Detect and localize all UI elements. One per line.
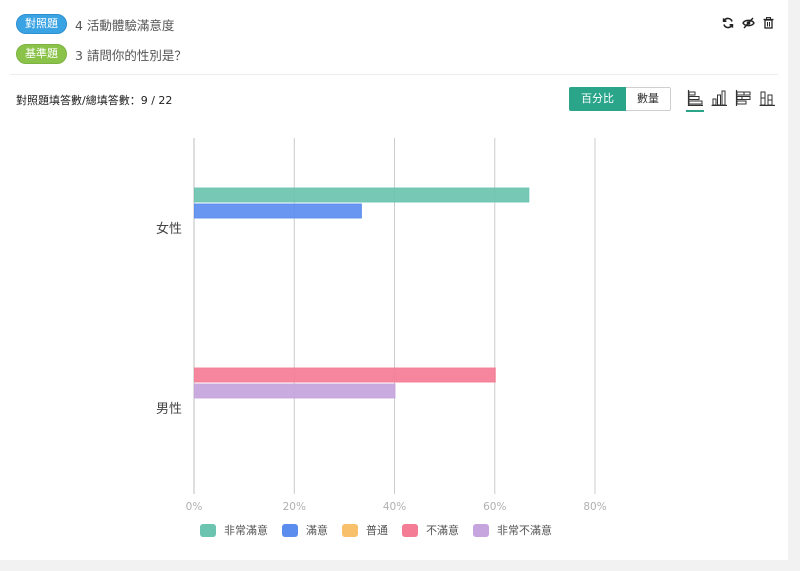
legend-item[interactable]: 滿意	[282, 522, 328, 538]
stacked-vertical-icon[interactable]	[758, 88, 776, 106]
chart-legend: 非常滿意 滿意 普通 不滿意 非常不滿意	[200, 522, 566, 538]
bar	[194, 367, 496, 383]
horizontal-bar-icon[interactable]	[686, 88, 704, 112]
header-actions	[722, 17, 774, 31]
base-question-row: 基準題 3 請問你的性別是？	[16, 43, 187, 65]
y-category-label: 男性	[156, 402, 182, 417]
vertical-bar-icon[interactable]	[710, 88, 728, 106]
legend-label: 滿意	[306, 524, 328, 537]
chart-card: 對照題 4 活動體驗滿意度 基準題 3 請問你的性別是？ 對照題填答數/總填答數…	[0, 0, 788, 560]
legend-swatch	[402, 523, 418, 537]
legend-item[interactable]: 普通	[342, 522, 388, 538]
legend-label: 非常滿意	[224, 524, 268, 537]
base-question-text: 3 請問你的性別是？	[75, 47, 187, 63]
x-tick-label: 40%	[383, 501, 406, 513]
x-tick-label: 0%	[186, 501, 203, 513]
legend-label: 非常不滿意	[497, 524, 552, 537]
header-divider	[10, 74, 778, 75]
legend-item[interactable]: 非常不滿意	[473, 522, 552, 538]
bar	[194, 383, 396, 399]
x-tick-label: 60%	[483, 501, 506, 513]
x-tick-label: 80%	[583, 501, 606, 513]
response-count: 對照題填答數/總填答數：9 / 22	[16, 94, 173, 107]
refresh-icon[interactable]	[722, 17, 734, 31]
x-tick-label: 20%	[283, 501, 306, 513]
control-question-text: 4 活動體驗滿意度	[75, 17, 175, 33]
legend-label: 普通	[366, 524, 388, 537]
count-mode-button[interactable]: 數量	[626, 87, 671, 111]
bar-chart: 0% 20% 40% 60% 80% 女性男性	[156, 138, 607, 513]
display-mode-toggle: 百分比 數量	[569, 87, 671, 111]
legend-swatch	[200, 523, 216, 537]
stacked-horizontal-icon[interactable]	[734, 88, 752, 106]
legend-swatch	[282, 523, 298, 537]
base-question-badge: 基準題	[16, 44, 67, 64]
trash-icon[interactable]	[763, 17, 774, 31]
control-question-badge: 對照題	[16, 14, 67, 34]
control-question-row: 對照題 4 活動體驗滿意度	[16, 13, 174, 35]
bar	[194, 203, 362, 219]
y-category-label: 女性	[156, 221, 182, 237]
legend-item[interactable]: 非常滿意	[200, 522, 268, 538]
bar	[194, 187, 530, 203]
legend-item[interactable]: 不滿意	[402, 522, 459, 538]
hide-eye-icon[interactable]	[742, 17, 755, 31]
legend-label: 不滿意	[426, 524, 459, 537]
percent-mode-button[interactable]: 百分比	[569, 87, 626, 111]
legend-swatch	[342, 523, 358, 537]
legend-swatch	[473, 523, 489, 537]
